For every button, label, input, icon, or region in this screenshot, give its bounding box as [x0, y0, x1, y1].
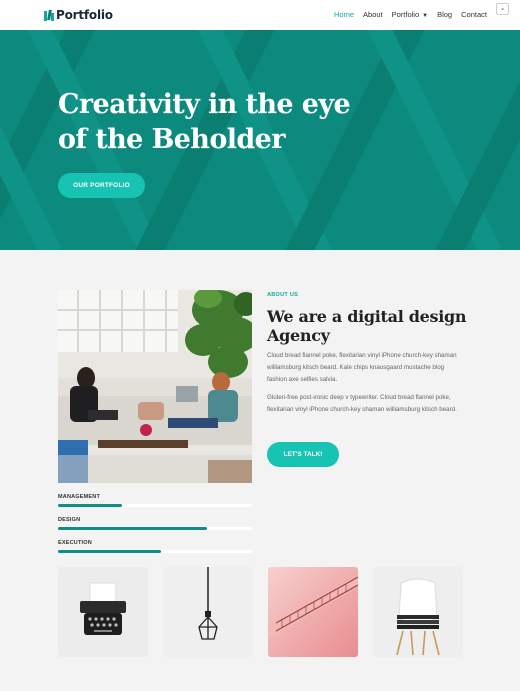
- skill-track: [58, 550, 252, 553]
- nav-item-about[interactable]: About: [363, 10, 383, 19]
- typewriter-image: [58, 567, 148, 657]
- chair-image: [373, 567, 463, 657]
- menu-toggle-button[interactable]: ⌄: [496, 3, 509, 15]
- gallery-item-lamp[interactable]: [163, 567, 253, 657]
- nav-item-blog[interactable]: Blog: [437, 10, 452, 19]
- skill-execution: EXECUTION: [58, 540, 252, 553]
- skill-label: MANAGEMENT: [58, 494, 101, 500]
- main-nav: Home About Portfolio ▼ Blog Contact: [334, 10, 496, 19]
- skill-track: [58, 527, 252, 530]
- about-photo: [58, 290, 252, 483]
- skill-management: MANAGEMENT: [58, 494, 252, 507]
- nav-item-portfolio-label: Portfolio: [391, 10, 420, 19]
- logo-icon: [44, 9, 54, 21]
- skill-fill: [58, 550, 161, 553]
- skill-fill: [58, 527, 208, 530]
- skill-label: DESIGN: [58, 517, 81, 523]
- about-paragraph-2: Gluten-free post-ironic deep v typewrite…: [267, 394, 457, 413]
- logo-text: Portfolio: [56, 8, 113, 22]
- skill-design: DESIGN: [58, 517, 252, 530]
- nav-item-portfolio[interactable]: Portfolio ▼: [392, 10, 428, 19]
- nav-item-contact[interactable]: Contact: [461, 10, 487, 19]
- skill-fill: [58, 504, 123, 507]
- gallery-item-chair[interactable]: [373, 567, 463, 657]
- lets-talk-button[interactable]: LET'S TALK!: [267, 442, 339, 467]
- chevron-down-icon: ▼: [422, 13, 429, 19]
- chevron-down-icon: ⌄: [499, 5, 506, 12]
- about-title: We are a digital design Agency: [267, 307, 467, 345]
- about-label: ABOUT US: [267, 292, 299, 298]
- about-paragraph-1: Cloud bread flannel poke, flexitarian vi…: [267, 352, 457, 383]
- staircase-image: [268, 567, 358, 657]
- nav-item-home[interactable]: Home: [334, 10, 354, 19]
- gallery-item-staircase[interactable]: [268, 567, 358, 657]
- skill-label: EXECUTION: [58, 540, 92, 546]
- skill-track: [58, 504, 252, 507]
- gallery-item-typewriter[interactable]: [58, 567, 148, 657]
- our-portfolio-button[interactable]: OUR PORTFOLIO: [58, 173, 145, 198]
- lamp-image: [163, 567, 253, 657]
- hero-title: Creativity in the eye of the Beholder: [58, 89, 351, 155]
- site-header: Portfolio Home About Portfolio ▼ Blog Con…: [0, 0, 520, 30]
- hero-section: Creativity in the eye of the Beholder OU…: [0, 30, 520, 250]
- logo[interactable]: Portfolio: [44, 8, 113, 22]
